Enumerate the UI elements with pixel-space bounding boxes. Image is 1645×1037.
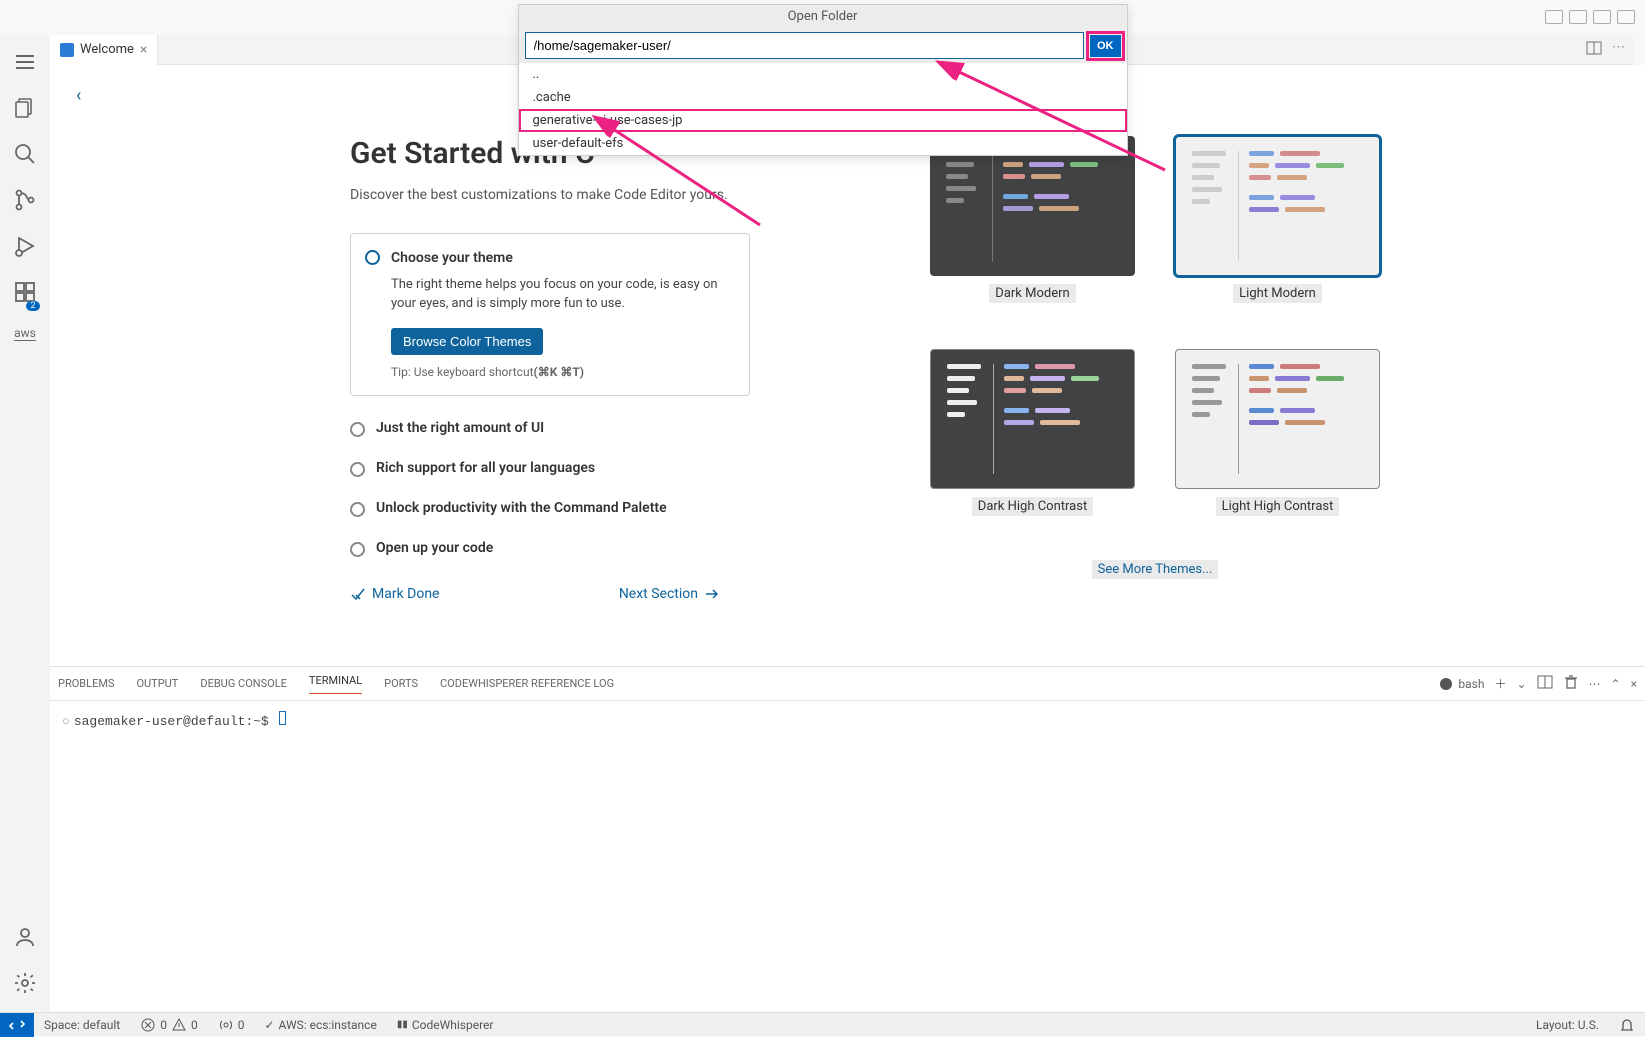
activity-bar: 2 aws (0, 35, 50, 1011)
tab-label: Welcome (80, 42, 134, 57)
step-languages[interactable]: Rich support for all your languages (350, 460, 750, 476)
theme-label: Light Modern (1233, 284, 1322, 303)
accounts-icon[interactable] (13, 925, 37, 953)
terminal-shell-selector[interactable]: bash (1438, 676, 1484, 692)
theme-label: Dark Modern (989, 284, 1075, 303)
radio-icon (350, 422, 365, 437)
close-icon[interactable]: × (140, 42, 147, 58)
menu-icon[interactable] (13, 50, 37, 78)
layout-icon-4[interactable] (1617, 10, 1635, 24)
radio-icon (350, 502, 365, 517)
panel-tabs: PROBLEMS OUTPUT DEBUG CONSOLE TERMINAL P… (50, 667, 1645, 701)
panel-more-icon[interactable]: ⋯ (1589, 677, 1601, 691)
status-aws[interactable]: ✓ AWS: ecs:instance (254, 1018, 386, 1032)
mark-done-button[interactable]: Mark Done (350, 586, 439, 602)
panel-tab-problems[interactable]: PROBLEMS (58, 677, 114, 690)
ok-button[interactable]: OK (1090, 35, 1121, 57)
terminal-body[interactable]: ○ sagemaker-user@default:~$ (50, 701, 1645, 739)
card-body: The right theme helps you focus on your … (391, 276, 731, 314)
tab-welcome[interactable]: Welcome × (50, 35, 158, 65)
split-editor-icon[interactable] (1586, 40, 1602, 60)
bottom-panel: PROBLEMS OUTPUT DEBUG CONSOLE TERMINAL P… (50, 666, 1645, 1011)
theme-dark-high-contrast[interactable]: Dark High Contrast (930, 349, 1135, 540)
dialog-title: Open Folder (519, 5, 1127, 28)
more-actions-icon[interactable]: ⋯ (1612, 40, 1625, 60)
theme-label: Dark High Contrast (972, 497, 1093, 516)
arrow-annotation-folder (580, 115, 780, 235)
search-icon[interactable] (13, 142, 37, 170)
status-space[interactable]: Space: default (34, 1018, 130, 1032)
panel-tab-debug-console[interactable]: DEBUG CONSOLE (200, 677, 287, 690)
run-debug-icon[interactable] (13, 234, 37, 262)
theme-label: Light High Contrast (1216, 497, 1340, 516)
layout-icon-2[interactable] (1569, 10, 1587, 24)
arrow-annotation-ok (935, 60, 1195, 180)
new-terminal-icon[interactable]: ＋ (1494, 675, 1506, 692)
status-codewhisperer[interactable]: ▮▮ CodeWhisperer (387, 1018, 504, 1032)
extensions-icon[interactable]: 2 (13, 280, 37, 308)
settings-gear-icon[interactable] (13, 971, 37, 999)
see-more-themes[interactable]: See More Themes... (930, 562, 1380, 601)
terminal-dropdown-icon[interactable]: ⌄ (1516, 677, 1526, 691)
layout-icon-3[interactable] (1593, 10, 1611, 24)
welcome-tab-icon (60, 43, 74, 57)
layout-icon-1[interactable] (1545, 10, 1563, 24)
choose-theme-card[interactable]: Choose your theme The right theme helps … (350, 233, 750, 396)
card-tip: Tip: Use keyboard shortcut(⌘K ⌘T) (391, 365, 731, 379)
panel-tab-output[interactable]: OUTPUT (136, 677, 178, 690)
step-command-palette[interactable]: Unlock productivity with the Command Pal… (350, 500, 750, 516)
panel-close-icon[interactable]: × (1631, 677, 1637, 691)
status-ports[interactable]: 0 (208, 1017, 255, 1033)
theme-light-modern[interactable]: Light Modern (1175, 136, 1380, 327)
step-ui-amount[interactable]: Just the right amount of UI (350, 420, 750, 436)
radio-icon (350, 542, 365, 557)
browse-themes-button[interactable]: Browse Color Themes (391, 328, 543, 355)
window-layout-controls (1545, 10, 1635, 24)
status-bar: Space: default 0 0 0 ✓ AWS: ecs:instance… (0, 1012, 1645, 1036)
panel-tab-ports[interactable]: PORTS (384, 677, 418, 690)
next-section-button[interactable]: Next Section (619, 586, 720, 602)
explorer-icon[interactable] (13, 96, 37, 124)
see-more-themes-link[interactable]: See More Themes... (1092, 560, 1219, 579)
editor-actions: ⋯ (1586, 40, 1633, 60)
folder-path-input[interactable] (525, 32, 1085, 59)
kill-terminal-icon[interactable] (1563, 674, 1579, 693)
status-layout[interactable]: Layout: U.S. (1526, 1018, 1609, 1032)
panel-tab-codewhisperer[interactable]: CODEWHISPERER REFERENCE LOG (440, 677, 614, 690)
theme-light-high-contrast[interactable]: Light High Contrast (1175, 349, 1380, 540)
card-title: Choose your theme (391, 250, 731, 266)
radio-selected-icon (365, 250, 380, 265)
terminal-cursor (279, 711, 286, 725)
chevron-up-icon[interactable]: ⌃ (1611, 677, 1621, 691)
terminal-circle-icon: ○ (62, 714, 70, 729)
remote-indicator[interactable] (0, 1013, 34, 1037)
panel-tab-terminal[interactable]: TERMINAL (309, 674, 362, 694)
status-problems[interactable]: 0 0 (130, 1017, 208, 1033)
status-notifications-icon[interactable] (1609, 1017, 1645, 1033)
radio-icon (350, 462, 365, 477)
aws-icon[interactable]: aws (14, 326, 36, 340)
split-terminal-icon[interactable] (1537, 674, 1553, 693)
terminal-prompt: sagemaker-user@default:~$ (74, 714, 269, 729)
extensions-badge: 2 (26, 301, 40, 311)
source-control-icon[interactable] (13, 188, 37, 216)
step-open-code[interactable]: Open up your code (350, 540, 750, 556)
